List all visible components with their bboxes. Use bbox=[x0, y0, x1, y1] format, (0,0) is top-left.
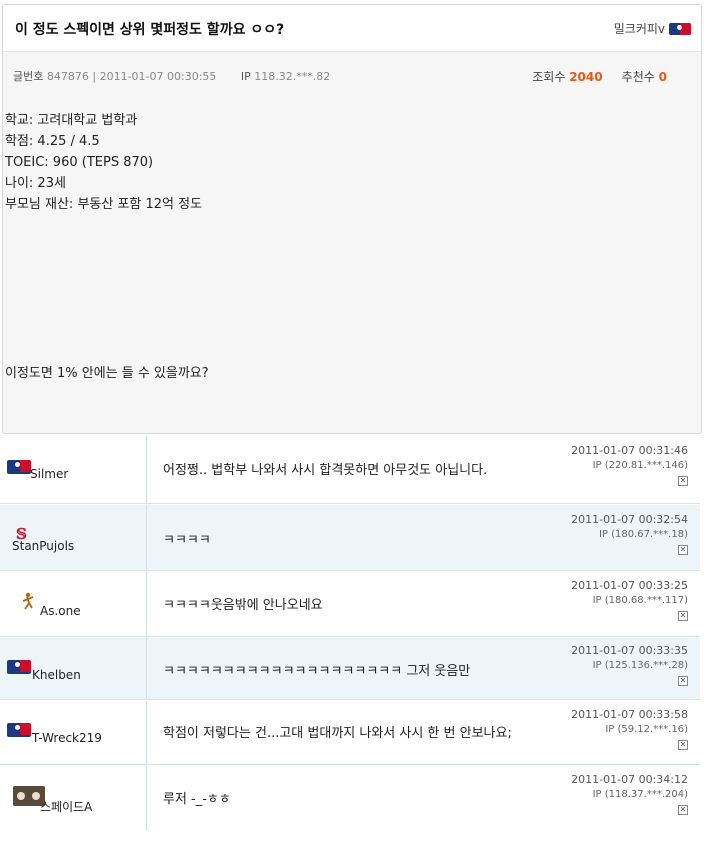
comment-text: ㅋㅋㅋㅋ bbox=[163, 533, 211, 548]
comment-author-cell: 스페이드A bbox=[0, 766, 147, 830]
body-line: 나이: 23세 bbox=[5, 176, 66, 191]
comment-text: 루저 -_-ㅎㅎ bbox=[163, 792, 231, 807]
mlb-logo-icon bbox=[669, 22, 691, 35]
comment-ip: IP (59.12.***.16) bbox=[605, 724, 688, 735]
comment-item: As.one ㅋㅋㅋㅋ웃음밖에 안나오네요 2011-01-07 00:33:2… bbox=[0, 572, 700, 637]
comment-item: 𝕊 StanPujols ㅋㅋㅋㅋ 2011-01-07 00:32:54 IP… bbox=[0, 505, 700, 571]
comment-date: 2011-01-07 00:34:12 bbox=[571, 773, 688, 786]
recommend-label: 추천수 bbox=[621, 70, 655, 84]
comment-author-cell: Khelben bbox=[0, 638, 147, 699]
comment-author[interactable]: Khelben bbox=[32, 668, 81, 682]
post-ip: 118.32.***.82 bbox=[254, 70, 331, 83]
comment-ip: IP (125.136.***.28) bbox=[592, 660, 688, 671]
delete-comment-button[interactable]: ✕ bbox=[678, 545, 688, 555]
comment-item: T-Wreck219 학점이 저렇다는 건...고대 법대까지 나와서 사시 한… bbox=[0, 701, 700, 765]
pitcher-icon bbox=[7, 592, 34, 610]
comment-item: Silmer 어정쩡.. 법학부 나와서 사시 합격못하면 아무것도 아닙니다.… bbox=[0, 436, 700, 504]
views-label: 조회수 bbox=[532, 70, 566, 84]
post-number: 847876 bbox=[46, 70, 89, 83]
comment-date: 2011-01-07 00:32:54 bbox=[571, 513, 688, 526]
comment-text: 어정쩡.. 법학부 나와서 사시 합격못하면 아무것도 아닙니다. bbox=[163, 463, 488, 478]
post-ip-label: IP bbox=[240, 70, 251, 83]
comment-text: 학점이 저렇다는 건...고대 법대까지 나와서 사시 한 번 안보나요; bbox=[163, 726, 512, 741]
comment-ip: IP (220.81.***.146) bbox=[592, 460, 688, 471]
post-body: 학교: 고려대학교 법학과 학점: 4.25 / 4.5 TOEIC: 960 … bbox=[5, 110, 202, 215]
body-line: 학교: 고려대학교 법학과 bbox=[5, 113, 138, 128]
comment-author-cell: As.one bbox=[0, 572, 147, 636]
delete-comment-button[interactable]: ✕ bbox=[678, 805, 688, 815]
body-line: 학점: 4.25 / 4.5 bbox=[5, 134, 100, 149]
comment-author-cell: 𝕊 StanPujols bbox=[0, 505, 147, 570]
mlb-logo-icon bbox=[7, 723, 31, 737]
body-line: TOEIC: 960 (TEPS 870) bbox=[5, 155, 154, 170]
post-meta: 글번호 847876 | 2011-01-07 00:30:55 IP 118.… bbox=[13, 68, 667, 85]
comment-author[interactable]: T-Wreck219 bbox=[32, 731, 102, 745]
delete-comment-button[interactable]: ✕ bbox=[678, 740, 688, 750]
recommend-count: 0 bbox=[658, 70, 667, 84]
body-line: 부모님 재산: 부동산 포함 12억 정도 bbox=[5, 197, 203, 212]
comment-item: 스페이드A 루저 -_-ㅎㅎ 2011-01-07 00:34:12 IP (1… bbox=[0, 766, 700, 830]
views-count: 2040 bbox=[569, 70, 603, 84]
author-name[interactable]: 밀크커피v bbox=[614, 20, 665, 37]
delete-comment-button[interactable]: ✕ bbox=[678, 676, 688, 686]
post-question: 이정도면 1% 안에는 들 수 있을까요? bbox=[5, 366, 209, 381]
post-header: 이 정도 스펙이면 상위 몇퍼정도 할까요 ㅇㅇ? 밀크커피v bbox=[3, 5, 701, 52]
panda-avatar-icon bbox=[7, 786, 45, 806]
comment-date: 2011-01-07 00:33:25 bbox=[571, 579, 688, 592]
delete-comment-button[interactable]: ✕ bbox=[678, 611, 688, 621]
post-author[interactable]: 밀크커피v bbox=[614, 20, 691, 37]
comment-date: 2011-01-07 00:31:46 bbox=[571, 444, 688, 457]
comment-author[interactable]: Silmer bbox=[30, 467, 68, 481]
comment-author-cell: Silmer bbox=[0, 436, 147, 503]
comment-text: ㅋㅋㅋㅋㅋㅋㅋㅋㅋㅋㅋㅋㅋㅋㅋㅋㅋㅋㅋㅋ 그저 웃음만 bbox=[163, 664, 471, 679]
post-stats: 조회수 2040 추천수 0 bbox=[532, 68, 667, 85]
delete-comment-button[interactable]: ✕ bbox=[678, 476, 688, 486]
post-title: 이 정도 스펙이면 상위 몇퍼정도 할까요 ㅇㅇ? bbox=[15, 22, 285, 38]
post-container: 이 정도 스펙이면 상위 몇퍼정도 할까요 ㅇㅇ? 밀크커피v 글번호 8478… bbox=[2, 4, 702, 434]
comment-author-cell: T-Wreck219 bbox=[0, 701, 147, 764]
comment-author[interactable]: StanPujols bbox=[12, 539, 74, 553]
comment-date: 2011-01-07 00:33:35 bbox=[571, 644, 688, 657]
mlb-logo-icon bbox=[7, 460, 31, 474]
post-number-label: 글번호 bbox=[13, 70, 44, 83]
comment-ip: IP (180.68.***.117) bbox=[592, 595, 688, 606]
comment-author[interactable]: 스페이드A bbox=[40, 798, 92, 815]
mlb-logo-icon bbox=[7, 660, 31, 674]
post-datetime: 2011-01-07 00:30:55 bbox=[99, 70, 217, 83]
comment-text: ㅋㅋㅋㅋ웃음밖에 안나오네요 bbox=[163, 598, 323, 613]
comment-item: Khelben ㅋㅋㅋㅋㅋㅋㅋㅋㅋㅋㅋㅋㅋㅋㅋㅋㅋㅋㅋㅋ 그저 웃음만 2011… bbox=[0, 638, 700, 700]
comment-ip: IP (180.67.***.18) bbox=[598, 529, 688, 540]
comment-ip: IP (118.37.***.204) bbox=[592, 789, 688, 800]
comment-author[interactable]: As.one bbox=[40, 604, 81, 618]
comment-date: 2011-01-07 00:33:58 bbox=[571, 708, 688, 721]
